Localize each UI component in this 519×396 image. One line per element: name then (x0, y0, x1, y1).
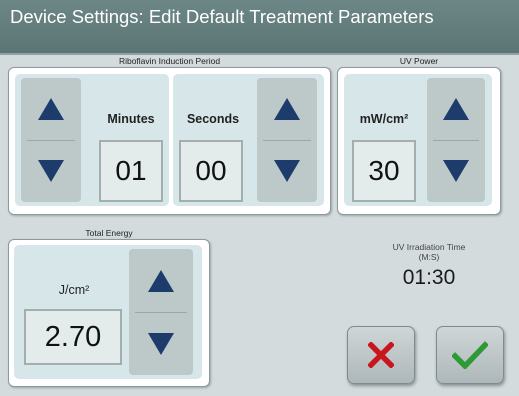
triangle-up-icon (148, 269, 174, 292)
uv-power-label: UV Power (399, 56, 439, 66)
total-energy-up-button[interactable] (129, 249, 193, 312)
uv-power-up-button[interactable] (427, 78, 485, 140)
x-icon (368, 342, 394, 368)
seconds-arrow-column (257, 78, 317, 202)
confirm-button[interactable] (436, 326, 504, 384)
minutes-group: Minutes 01 (15, 74, 169, 206)
triangle-down-icon (274, 160, 300, 182)
total-energy-value-field[interactable]: 2.70 (24, 309, 122, 365)
riboflavin-panel: Riboflavin Induction Period Minutes 01 S… (8, 56, 331, 215)
irradiation-label: UV Irradiation Time (392, 242, 466, 252)
triangle-up-icon (38, 98, 64, 120)
minutes-down-button[interactable] (21, 140, 81, 202)
triangle-down-icon (38, 160, 64, 182)
cancel-button[interactable] (347, 326, 415, 384)
triangle-up-icon (443, 98, 469, 120)
uv-power-arrow-column (427, 78, 485, 202)
minutes-value-field[interactable]: 01 (99, 140, 163, 202)
uv-power-unit-label: mW/cm² (359, 112, 409, 126)
triangle-down-icon (148, 332, 174, 355)
title-bar: Device Settings: Edit Default Treatment … (0, 0, 519, 55)
total-energy-unit-label: J/cm² (58, 283, 90, 297)
seconds-up-button[interactable] (257, 78, 317, 140)
irradiation-info: UV Irradiation Time (M:S) 01:30 (356, 242, 502, 290)
page-title: Device Settings: Edit Default Treatment … (10, 6, 434, 27)
total-energy-arrow-column (129, 249, 193, 375)
total-energy-label: Total Energy (85, 228, 133, 238)
irradiation-time: 01:30 (402, 266, 456, 289)
uv-power-group: mW/cm² 30 (344, 74, 492, 206)
checkmark-icon (452, 341, 488, 369)
triangle-down-icon (443, 160, 469, 182)
minutes-up-button[interactable] (21, 78, 81, 140)
uv-power-value-field[interactable]: 30 (352, 140, 416, 202)
minutes-arrow-column (21, 78, 81, 202)
riboflavin-label: Riboflavin Induction Period (118, 56, 221, 66)
total-energy-down-button[interactable] (129, 312, 193, 375)
seconds-group: Seconds 00 (173, 74, 324, 206)
uv-power-panel: UV Power mW/cm² 30 (337, 56, 501, 215)
total-energy-panel: Total Energy J/cm² 2.70 (8, 228, 210, 387)
minutes-unit-label: Minutes (107, 112, 155, 126)
uv-power-down-button[interactable] (427, 140, 485, 202)
total-energy-group: J/cm² 2.70 (14, 245, 202, 379)
triangle-up-icon (274, 98, 300, 120)
seconds-unit-label: Seconds (186, 112, 240, 126)
seconds-value-field[interactable]: 00 (179, 140, 243, 202)
seconds-down-button[interactable] (257, 140, 317, 202)
irradiation-format: (M:S) (418, 252, 440, 262)
